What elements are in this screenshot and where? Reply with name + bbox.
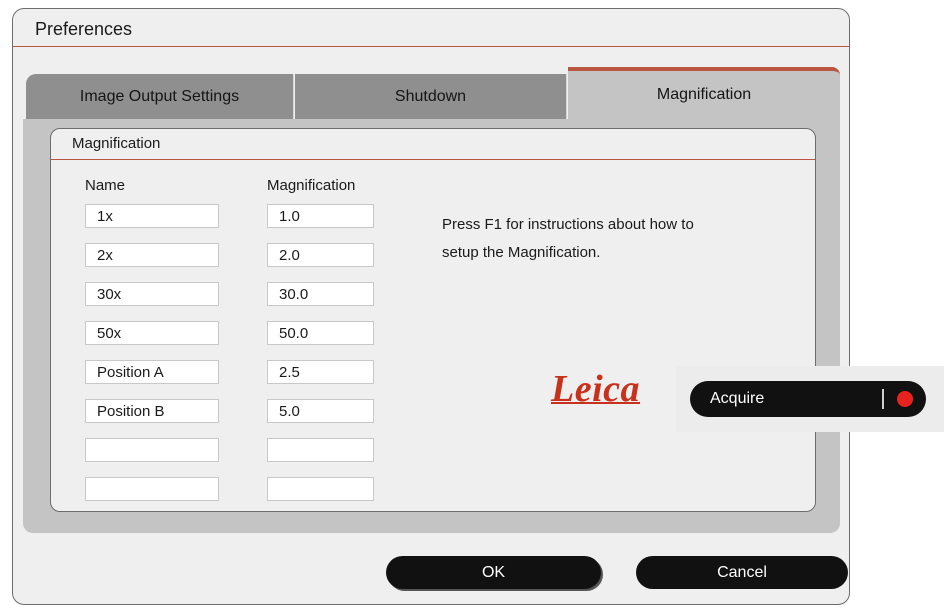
- help-hint-line-2: setup the Magnification.: [442, 244, 601, 261]
- magnification-field-1[interactable]: 1.0: [267, 204, 374, 228]
- title-divider: [13, 46, 849, 47]
- acquire-label: Acquire: [710, 390, 765, 407]
- leica-logo: Leica: [551, 368, 641, 410]
- tab-shutdown[interactable]: Shutdown: [295, 74, 567, 119]
- name-field-2[interactable]: 2x: [85, 243, 219, 267]
- group-divider: [51, 159, 815, 160]
- record-indicator-icon: [897, 391, 913, 407]
- dialog-title: Preferences: [35, 19, 133, 39]
- magnification-field-3[interactable]: 30.0: [267, 282, 374, 306]
- name-field-1[interactable]: 1x: [85, 204, 219, 228]
- name-field-6[interactable]: Position B: [85, 399, 219, 423]
- magnification-tab-panel: Magnification Name Magnification 1x 1.0 …: [23, 119, 840, 533]
- magnification-group: Magnification Name Magnification 1x 1.0 …: [50, 128, 816, 512]
- preferences-dialog: Preferences Image Output Settings Shutdo…: [12, 8, 850, 605]
- group-title: Magnification: [72, 135, 161, 152]
- name-field-4[interactable]: 50x: [85, 321, 219, 345]
- tab-magnification[interactable]: Magnification: [568, 67, 840, 119]
- magnification-field-6[interactable]: 5.0: [267, 399, 374, 423]
- help-hint-text: Press F1 for instructions about how to s…: [442, 211, 694, 267]
- magnification-field-7[interactable]: [267, 438, 374, 462]
- tab-image-output-settings[interactable]: Image Output Settings: [26, 74, 294, 119]
- magnification-field-4[interactable]: 50.0: [267, 321, 374, 345]
- ok-button[interactable]: OK: [386, 556, 601, 589]
- magnification-field-5[interactable]: 2.5: [267, 360, 374, 384]
- magnification-column-header: Magnification: [267, 177, 356, 194]
- name-field-7[interactable]: [85, 438, 219, 462]
- acquire-widget: Acquire: [676, 366, 944, 432]
- help-hint-line-1: Press F1 for instructions about how to: [442, 216, 694, 233]
- name-field-5[interactable]: Position A: [85, 360, 219, 384]
- acquire-separator: [882, 389, 884, 409]
- name-field-3[interactable]: 30x: [85, 282, 219, 306]
- cancel-button[interactable]: Cancel: [636, 556, 848, 589]
- name-column-header: Name: [85, 177, 126, 194]
- magnification-field-2[interactable]: 2.0: [267, 243, 374, 267]
- magnification-field-8[interactable]: [267, 477, 374, 501]
- name-field-8[interactable]: [85, 477, 219, 501]
- acquire-button[interactable]: Acquire: [690, 381, 926, 417]
